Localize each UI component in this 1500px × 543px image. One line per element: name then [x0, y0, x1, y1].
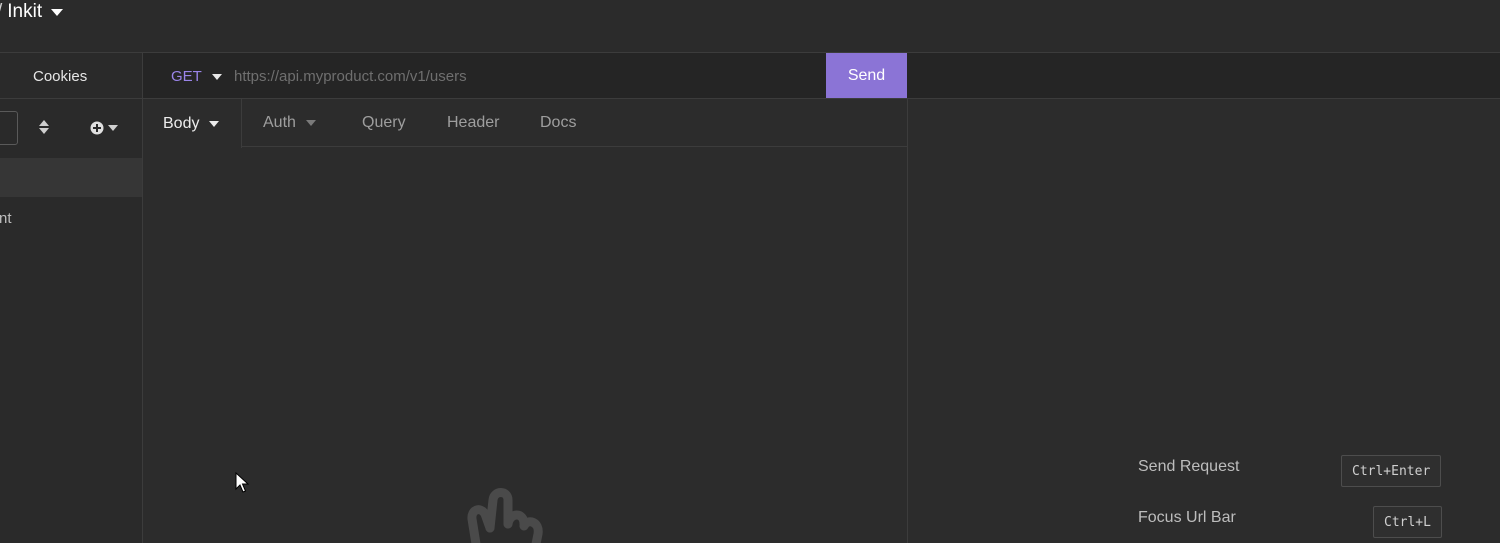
chevron-down-icon	[209, 120, 220, 127]
tab-label: Docs	[540, 113, 577, 131]
request-tabs: Body Auth Query Header Docs	[143, 99, 907, 148]
url-input[interactable]	[234, 64, 814, 88]
chevron-down-icon	[305, 119, 316, 126]
filter-input[interactable]	[0, 111, 18, 145]
tab-auth[interactable]: Auth	[242, 99, 340, 146]
sidebar-toolbar: Cookies	[0, 53, 142, 99]
url-bar: GET Send	[143, 53, 1500, 99]
workspace-dropdown[interactable]: / Inkit	[0, 0, 64, 24]
cursor-icon	[235, 472, 249, 493]
tab-header[interactable]: Header	[447, 99, 499, 146]
workspace-name: Inkit	[7, 1, 43, 22]
sidebar: Cookies nt	[0, 53, 143, 543]
hand-icon	[467, 488, 543, 543]
add-request-button[interactable]	[90, 120, 122, 136]
tab-label: Auth	[263, 113, 296, 131]
sidebar-item-selected[interactable]	[0, 158, 142, 197]
tab-label: Header	[447, 113, 500, 131]
breadcrumb-separator: /	[0, 1, 2, 23]
chevron-down-icon	[211, 73, 222, 80]
shortcut-key-send-request: Ctrl+Enter	[1341, 455, 1442, 487]
method-label: GET	[171, 68, 202, 85]
chevron-down-icon	[51, 8, 64, 16]
sort-icon[interactable]	[38, 119, 50, 135]
shortcut-label-focus-url: Focus Url Bar	[1138, 509, 1236, 526]
request-pane: Body Auth Query Header Docs	[143, 99, 908, 543]
tab-body[interactable]: Body	[143, 99, 242, 148]
method-dropdown[interactable]: GET	[171, 68, 222, 85]
filter-row	[0, 99, 142, 157]
tab-query[interactable]: Query	[362, 99, 406, 146]
tab-label: Query	[362, 113, 406, 131]
chevron-down-icon	[108, 125, 118, 131]
shortcut-label-send-request: Send Request	[1138, 458, 1240, 475]
response-pane: Send Request Ctrl+Enter Focus Url Bar Ct…	[908, 99, 1500, 543]
cookies-button[interactable]: Cookies	[33, 68, 87, 85]
tab-docs[interactable]: Docs	[540, 99, 576, 146]
tab-label: Body	[163, 114, 200, 132]
add-circle-icon	[90, 121, 104, 135]
sidebar-item-label[interactable]: nt	[0, 210, 12, 227]
send-button[interactable]: Send	[826, 53, 907, 98]
top-bar: / Inkit	[0, 0, 1500, 53]
shortcut-key-focus-url: Ctrl+L	[1373, 506, 1442, 538]
